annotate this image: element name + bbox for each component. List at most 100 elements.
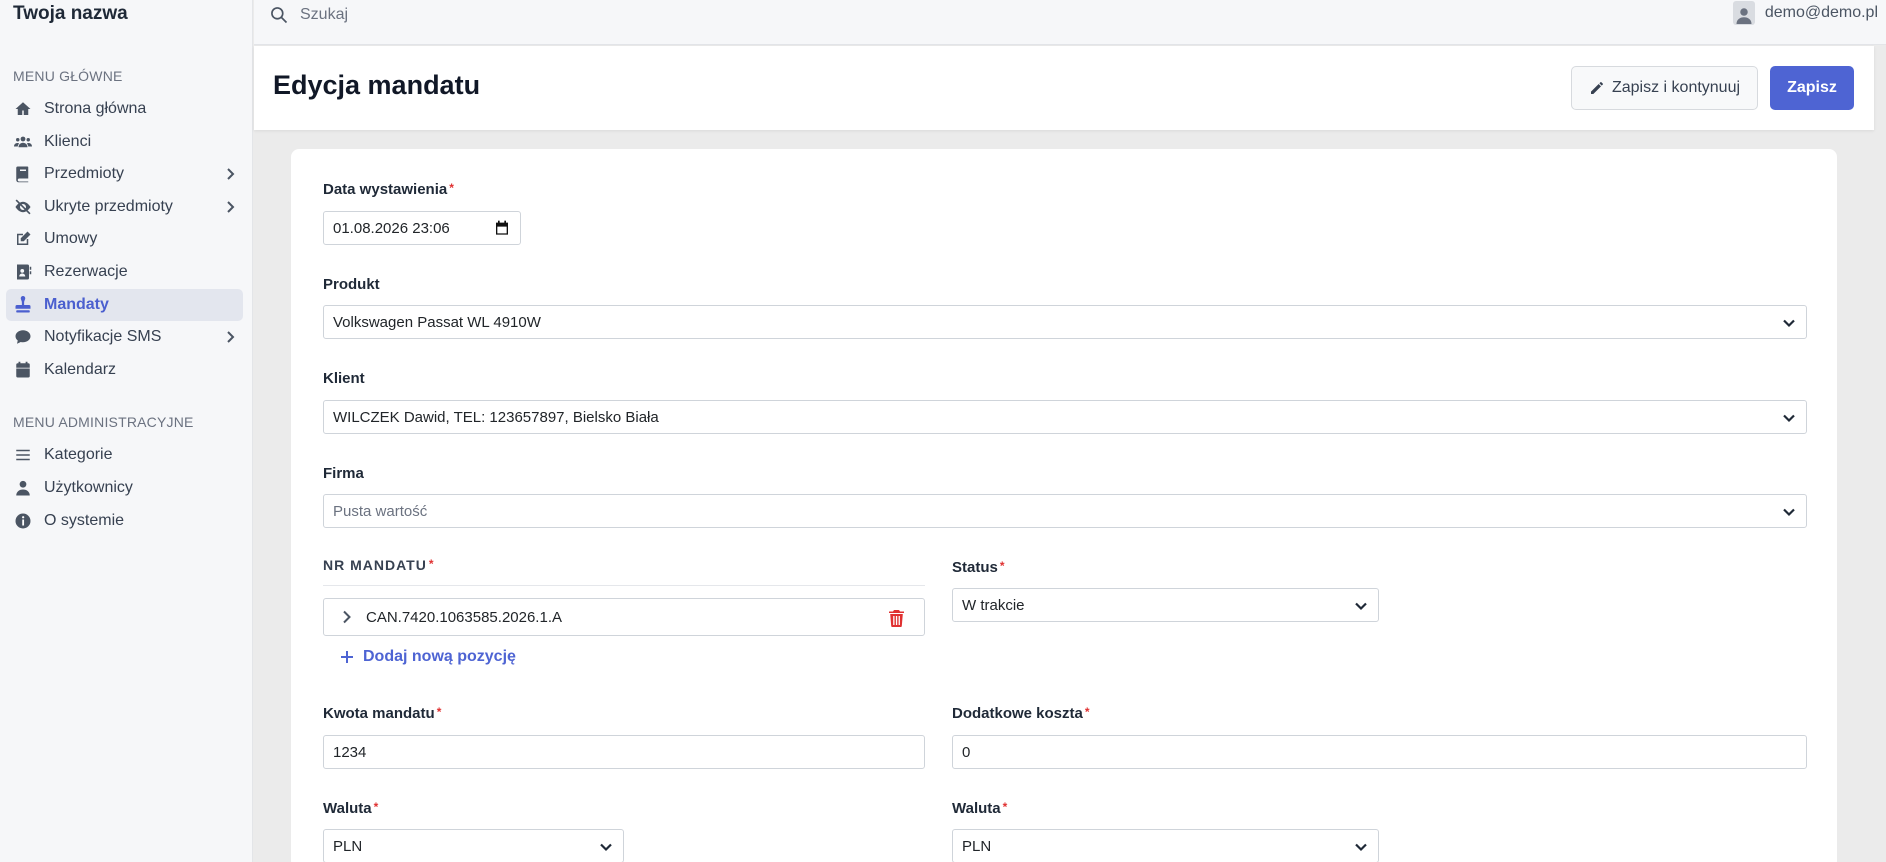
sidebar-item-label: Użytkownicy [44, 479, 133, 496]
pencil-icon [1590, 82, 1603, 94]
user-icon [13, 478, 33, 498]
product-select[interactable]: Volkswagen Passat WL 4910W [323, 305, 1807, 339]
sidebar-item-sms-notifications[interactable]: Notyfikacje SMS [6, 321, 243, 353]
required-marker: * [1084, 705, 1090, 719]
sidebar-item-about[interactable]: O systemie [6, 505, 243, 537]
sidebar-item-label: Rezerwacje [44, 263, 128, 280]
chevron-right-icon[interactable] [223, 329, 239, 345]
bars-icon [13, 445, 33, 465]
add-new-position-label: Dodaj nową pozycję [363, 648, 516, 665]
search-input[interactable] [300, 2, 700, 28]
chevron-down-icon [1782, 505, 1796, 519]
sidebar-item-label: Mandaty [44, 296, 109, 313]
save-and-continue-label: Zapisz i kontynuuj [1611, 79, 1741, 96]
sidebar-item-clients[interactable]: Klienci [6, 126, 243, 158]
client-label: Klient [323, 370, 365, 387]
eye-slash-icon [13, 197, 33, 217]
mandate-numbers-heading: NR MANDATU * [323, 557, 925, 586]
sidebar-item-label: Umowy [44, 230, 98, 247]
user-menu[interactable]: demo@demo.pl [1732, 1, 1878, 25]
required-marker: * [436, 705, 442, 719]
book-icon [13, 164, 33, 184]
currency-amount-select[interactable]: PLN [323, 829, 624, 862]
currency-costs-select[interactable]: PLN [952, 829, 1379, 862]
currency-amount-label: Waluta * [323, 800, 379, 817]
mandate-number-value: CAN.7420.1063585.2026.1.A [366, 608, 562, 626]
product-value: Volkswagen Passat WL 4910W [333, 313, 541, 331]
page-header: Edycja mandatu Zapisz i kontynuuj Zapisz [254, 46, 1874, 130]
status-select[interactable]: W trakcie [952, 588, 1379, 622]
sidebar-item-hidden-items[interactable]: Ukryte przedmioty [6, 191, 243, 223]
topbar: demo@demo.pl [254, 0, 1886, 45]
main-menu-section-title: MENU GŁÓWNE [13, 68, 123, 84]
sidebar-item-label: O systemie [44, 512, 125, 529]
add-new-position-link[interactable]: Dodaj nową pozycję [339, 648, 516, 666]
edit-icon [13, 229, 33, 249]
user-email: demo@demo.pl [1764, 4, 1878, 21]
currency-costs-value: PLN [962, 837, 992, 855]
address-card-icon [13, 262, 33, 282]
client-value: WILCZEK Dawid, TEL: 123657897, Bielsko B… [333, 408, 659, 426]
sidebar-item-label: Ukryte przedmioty [44, 198, 173, 215]
chevron-right-icon[interactable] [338, 608, 356, 626]
save-button[interactable]: Zapisz [1770, 66, 1854, 110]
sidebar-item-contracts[interactable]: Umowy [6, 223, 243, 255]
sidebar-item-label: Strona główna [44, 100, 147, 117]
extra-costs-label: Dodatkowe koszta * [952, 705, 1090, 722]
required-marker: * [428, 557, 435, 571]
chevron-down-icon [599, 840, 613, 854]
sidebar-item-items[interactable]: Przedmioty [6, 158, 243, 190]
home-icon [13, 99, 33, 119]
required-marker: * [1002, 800, 1008, 814]
calendar-icon [13, 360, 33, 380]
sidebar-item-categories[interactable]: Kategorie [6, 439, 243, 471]
required-marker: * [999, 559, 1005, 573]
trash-icon[interactable] [889, 610, 904, 627]
required-marker: * [373, 800, 379, 814]
calendar-icon[interactable] [494, 220, 510, 236]
company-select[interactable]: Pusta wartość [323, 494, 1807, 528]
currency-amount-value: PLN [333, 837, 363, 855]
sidebar-item-label: Notyfikacje SMS [44, 328, 162, 345]
sidebar-item-users[interactable]: Użytkownicy [6, 472, 243, 504]
company-label: Firma [323, 465, 364, 482]
chevron-right-icon[interactable] [223, 199, 239, 215]
form-card: Data wystawienia * 01.08.2026 23:06 Produ… [291, 149, 1837, 862]
chevron-down-icon [1354, 840, 1368, 854]
status-value: W trakcie [962, 596, 1025, 614]
chevron-down-icon [1782, 316, 1796, 330]
sidebar-item-label: Kategorie [44, 446, 113, 463]
amount-label: Kwota mandatu * [323, 705, 442, 722]
sidebar-item-calendar[interactable]: Kalendarz [6, 354, 243, 386]
issue-date-field[interactable]: 01.08.2026 23:06 [323, 211, 521, 245]
avatar [1732, 1, 1755, 25]
sidebar-item-label: Klienci [44, 133, 92, 150]
page-title: Edycja mandatu [273, 70, 481, 100]
info-icon [13, 511, 33, 531]
required-marker: * [449, 181, 454, 195]
extra-costs-input[interactable]: 0 [952, 735, 1807, 769]
chevron-right-icon[interactable] [223, 166, 239, 182]
sidebar-item-reservations[interactable]: Rezerwacje [6, 256, 243, 288]
sidebar-item-label: Kalendarz [44, 361, 117, 378]
extra-costs-value: 0 [962, 743, 971, 761]
product-label: Produkt [323, 276, 380, 293]
chevron-down-icon [1782, 411, 1796, 425]
chevron-down-icon [1354, 599, 1368, 613]
sidebar-item-home[interactable]: Strona główna [6, 93, 243, 125]
client-select[interactable]: WILCZEK Dawid, TEL: 123657897, Bielsko B… [323, 400, 1807, 434]
admin-menu-section-title: MENU ADMINISTRACYJNE [13, 414, 194, 430]
amount-input[interactable]: 1234 [323, 735, 925, 769]
sidebar-item-mandates[interactable]: Mandaty [6, 289, 243, 321]
stamp-icon [13, 295, 33, 315]
mandate-number-item[interactable]: CAN.7420.1063585.2026.1.A [323, 598, 925, 636]
amount-value: 1234 [333, 743, 367, 761]
sidebar: Twoja nazwa MENU GŁÓWNE Strona główna Kl… [0, 0, 253, 862]
currency-costs-label: Waluta * [952, 800, 1008, 817]
brand-logo-text[interactable]: Twoja nazwa [13, 3, 128, 25]
issue-date-label: Data wystawienia * [323, 181, 454, 198]
search-icon [269, 5, 289, 25]
issue-date-value: 01.08.2026 23:06 [333, 219, 450, 237]
save-and-continue-button[interactable]: Zapisz i kontynuuj [1571, 66, 1758, 110]
comment-icon [13, 327, 33, 347]
